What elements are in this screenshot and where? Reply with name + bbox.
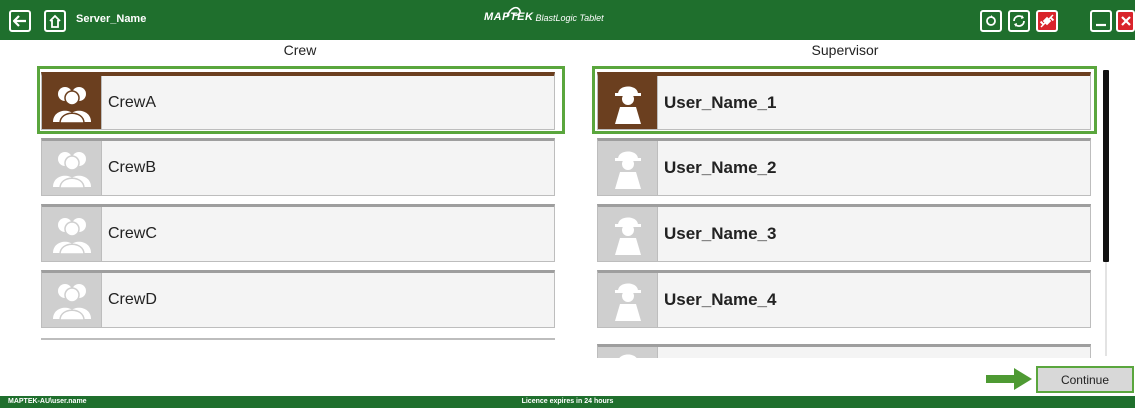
crew-card-b[interactable]: CrewB [41, 138, 555, 196]
satellite-disconnected-icon [1039, 14, 1055, 28]
supervisor-card-4[interactable]: User_Name_4 [597, 270, 1091, 328]
supervisor-card-1[interactable]: User_Name_1 [597, 72, 1091, 130]
home-button[interactable] [44, 10, 66, 32]
server-name: Server_Name [76, 13, 147, 25]
supervisor-name: User_Name_1 [664, 92, 777, 112]
sync-button[interactable] [1008, 10, 1030, 32]
licence-status: Licence expires in 24 hours [521, 398, 614, 405]
supervisor-name: User_Name_4 [664, 290, 777, 309]
supervisor-scrollbar-thumb[interactable] [1103, 70, 1109, 262]
supervisor-card-2[interactable]: User_Name_2 [597, 138, 1091, 196]
next-card-edge [41, 338, 555, 340]
satellite-status-button[interactable] [1036, 10, 1058, 32]
close-button[interactable] [1116, 10, 1135, 32]
close-icon [1120, 16, 1131, 26]
back-button[interactable] [9, 10, 31, 32]
crew-card-a[interactable]: CrewA [41, 72, 555, 130]
back-arrow-icon [13, 15, 26, 27]
logo-product: BlastLogic Tablet [535, 13, 604, 23]
worker-hardhat-icon [598, 347, 658, 358]
crew-name: CrewA [108, 93, 157, 111]
crew-group-icon [42, 207, 102, 261]
crew-group-icon [42, 76, 102, 129]
status-bar: MAPTEK-AU\user.name Licence expires in 2… [0, 396, 1135, 408]
supervisor-scrollbar-track[interactable] [1105, 262, 1107, 356]
continue-button[interactable]: Continue [1036, 366, 1134, 393]
arrow-right-icon [986, 368, 1032, 390]
supervisor-card-3[interactable]: User_Name_3 [597, 204, 1091, 262]
crew-name: CrewB [108, 159, 157, 176]
top-bar: Server_Name MAPTEK BlastLogic Tablet [0, 0, 1135, 40]
supervisor-name: User_Name_2 [664, 158, 777, 177]
crew-name: CrewD [108, 291, 157, 308]
crew-list[interactable]: CrewA CrewB CrewC CrewD [36, 66, 564, 358]
minimize-button[interactable] [1090, 10, 1112, 32]
crew-name: CrewC [108, 225, 157, 242]
home-icon [49, 14, 61, 28]
supervisor-column-title: Supervisor [811, 42, 879, 58]
crew-card-d[interactable]: CrewD [41, 270, 555, 328]
worker-hardhat-icon [598, 273, 658, 327]
crew-group-icon [42, 141, 102, 195]
crew-column-title: Crew [283, 42, 317, 58]
sync-icon [1013, 15, 1025, 27]
minimize-icon [1096, 23, 1106, 27]
crew-group-icon [42, 273, 102, 327]
supervisor-list[interactable]: User_Name_1 User_Name_2 User_Name_3 User… [592, 66, 1100, 358]
worker-hardhat-icon [598, 207, 658, 261]
supervisor-card-partial[interactable] [597, 344, 1091, 358]
supervisor-name: User_Name_3 [664, 224, 777, 243]
refresh-button[interactable] [980, 10, 1002, 32]
worker-hardhat-icon [598, 141, 658, 195]
logo-swirl-icon [506, 6, 521, 18]
app-logo: MAPTEK BlastLogic Tablet [484, 6, 604, 23]
crew-card-c[interactable]: CrewC [41, 204, 555, 262]
worker-hardhat-icon [598, 76, 658, 129]
refresh-icon [986, 15, 996, 26]
